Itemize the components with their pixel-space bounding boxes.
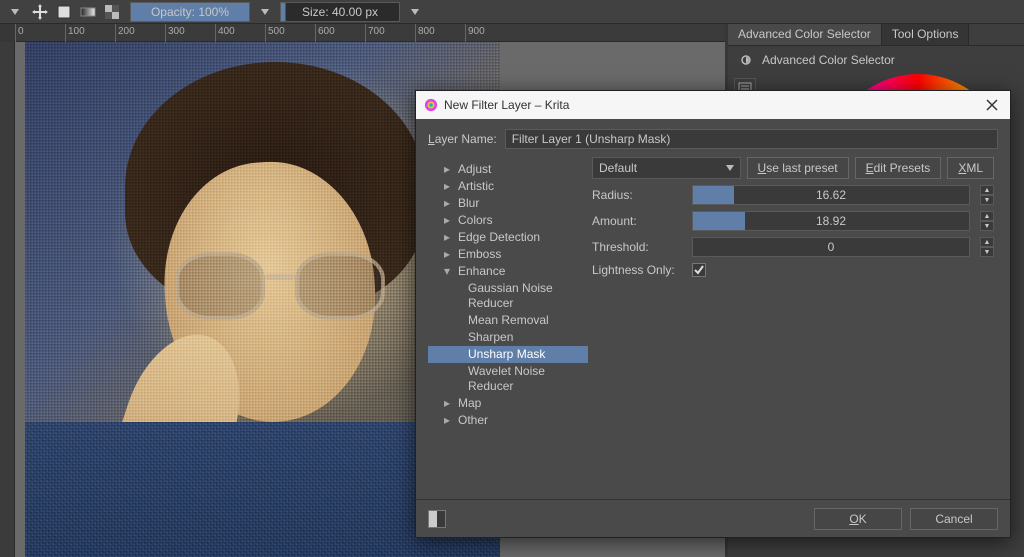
ok-button[interactable]: OK bbox=[814, 508, 902, 530]
tree-enhance[interactable]: ▾Enhance bbox=[428, 263, 588, 280]
dialog-titlebar[interactable]: New Filter Layer – Krita bbox=[416, 91, 1010, 119]
top-toolbar: Opacity: 100% Size: 40.00 px bbox=[0, 0, 1024, 24]
horizontal-ruler: 0 100 200 300 400 500 600 700 800 900 bbox=[15, 24, 725, 42]
size-dropdown-arrow[interactable] bbox=[408, 5, 422, 19]
opacity-value: Opacity: 100% bbox=[151, 5, 229, 19]
threshold-spinner[interactable]: ▲▼ bbox=[980, 237, 994, 257]
filter-params-panel: Default Use last preset Edit Presets XML… bbox=[588, 157, 998, 489]
krita-logo-icon bbox=[424, 98, 438, 112]
use-last-preset-button[interactable]: Use last preset bbox=[747, 157, 849, 179]
amount-input[interactable]: 18.92 bbox=[692, 211, 970, 231]
brush-dropdown-arrow[interactable] bbox=[8, 5, 22, 19]
brush-size-value: Size: 40.00 px bbox=[302, 5, 378, 19]
threshold-label: Threshold: bbox=[592, 240, 682, 254]
lightness-only-checkbox[interactable] bbox=[692, 263, 706, 277]
layer-name-label: Layer Name: bbox=[428, 132, 497, 146]
tree-gaussian-noise-reducer[interactable]: Gaussian Noise Reducer bbox=[428, 280, 588, 312]
dialog-title: New Filter Layer – Krita bbox=[444, 98, 569, 112]
opacity-slider[interactable]: Opacity: 100% bbox=[130, 2, 250, 22]
tree-sharpen[interactable]: Sharpen bbox=[428, 329, 588, 346]
radius-label: Radius: bbox=[592, 188, 682, 202]
tree-other[interactable]: ▸Other bbox=[428, 412, 588, 429]
brush-size-slider[interactable]: Size: 40.00 px bbox=[280, 2, 400, 22]
dialog-footer: OK Cancel bbox=[416, 499, 1010, 537]
amount-label: Amount: bbox=[592, 214, 682, 228]
xml-button[interactable]: XML bbox=[947, 157, 994, 179]
tree-unsharp-mask[interactable]: Unsharp Mask bbox=[428, 346, 588, 363]
tree-mean-removal[interactable]: Mean Removal bbox=[428, 312, 588, 329]
preset-dropdown[interactable]: Default bbox=[592, 157, 741, 179]
lightness-only-label: Lightness Only: bbox=[592, 263, 682, 277]
layer-name-input[interactable]: Filter Layer 1 (Unsharp Mask) bbox=[505, 129, 998, 149]
collapse-icon[interactable] bbox=[736, 50, 756, 70]
tree-colors[interactable]: ▸Colors bbox=[428, 212, 588, 229]
pattern-tool-icon[interactable] bbox=[102, 2, 122, 22]
tree-adjust[interactable]: ▸Adjust bbox=[428, 161, 588, 178]
radius-spinner[interactable]: ▲▼ bbox=[980, 185, 994, 205]
amount-spinner[interactable]: ▲▼ bbox=[980, 211, 994, 231]
vertical-ruler bbox=[0, 42, 15, 557]
tab-color-selector[interactable]: Advanced Color Selector bbox=[728, 24, 882, 45]
tree-wavelet-noise-reducer[interactable]: Wavelet Noise Reducer bbox=[428, 363, 588, 395]
threshold-input[interactable]: 0 bbox=[692, 237, 970, 257]
tree-blur[interactable]: ▸Blur bbox=[428, 195, 588, 212]
tree-artistic[interactable]: ▸Artistic bbox=[428, 178, 588, 195]
gradient-tool-icon[interactable] bbox=[78, 2, 98, 22]
edit-presets-button[interactable]: Edit Presets bbox=[855, 157, 942, 179]
radius-input[interactable]: 16.62 bbox=[692, 185, 970, 205]
color-selector-sublabel: Advanced Color Selector bbox=[762, 53, 895, 67]
filter-layer-dialog: New Filter Layer – Krita Layer Name: Fil… bbox=[415, 90, 1011, 538]
tree-emboss[interactable]: ▸Emboss bbox=[428, 246, 588, 263]
tab-tool-options[interactable]: Tool Options bbox=[882, 24, 970, 45]
filter-category-tree[interactable]: ▸Adjust ▸Artistic ▸Blur ▸Colors ▸Edge De… bbox=[428, 157, 588, 489]
tree-map[interactable]: ▸Map bbox=[428, 395, 588, 412]
opacity-dropdown-arrow[interactable] bbox=[258, 5, 272, 19]
tree-edge-detection[interactable]: ▸Edge Detection bbox=[428, 229, 588, 246]
move-tool-icon[interactable] bbox=[30, 2, 50, 22]
cancel-button[interactable]: Cancel bbox=[910, 508, 998, 530]
fill-tool-icon[interactable] bbox=[54, 2, 74, 22]
close-button[interactable] bbox=[982, 95, 1002, 115]
preview-toggle[interactable] bbox=[428, 510, 446, 528]
